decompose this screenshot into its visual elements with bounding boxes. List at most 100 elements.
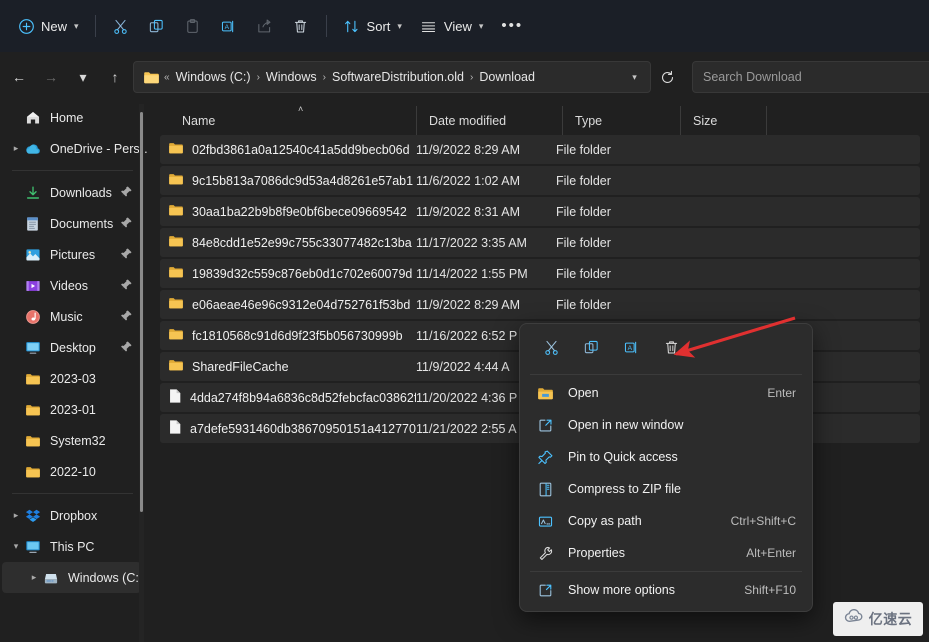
menu-item-copy-as-path[interactable]: Copy as path Ctrl+Shift+C — [524, 505, 808, 537]
sidebar-scrollbar-thumb[interactable] — [140, 112, 143, 512]
table-row[interactable]: e06aeae46e96c9312e04d752761f53bd 11/9/202… — [160, 290, 920, 319]
folder-icon — [168, 172, 184, 189]
sidebar-item-2023-03[interactable]: 2023-03 — [2, 363, 141, 394]
pin-icon[interactable] — [120, 216, 133, 234]
sidebar-item-videos[interactable]: Videos — [2, 270, 141, 301]
cell-name: 30aa1ba22b9b8f9e0bf6bece09669542 — [160, 203, 416, 220]
sidebar-divider — [12, 170, 133, 171]
breadcrumb-item-0[interactable]: Windows (C:) — [171, 67, 256, 87]
menu-item-show-more-options[interactable]: Show more options Shift+F10 — [524, 574, 808, 606]
breadcrumb-overflow[interactable]: « — [163, 72, 171, 83]
chevron-right-icon[interactable]: ▸ — [8, 500, 24, 531]
menu-item-pin-to-quick-access[interactable]: Pin to Quick access — [524, 441, 808, 473]
pin-icon[interactable] — [120, 340, 133, 358]
search-input[interactable] — [703, 70, 929, 84]
sort-icon — [343, 17, 361, 35]
folder-icon — [168, 234, 184, 251]
menu-item-open[interactable]: Open Enter — [524, 377, 808, 409]
breadcrumb-item-2[interactable]: SoftwareDistribution.old — [327, 67, 469, 87]
column-header-size[interactable]: Size — [680, 106, 766, 135]
pin-icon[interactable] — [120, 278, 133, 296]
pin-icon[interactable] — [120, 309, 133, 327]
pin-icon[interactable] — [120, 247, 133, 265]
breadcrumb-bar[interactable]: « Windows (C:) › Windows › SoftwareDistr… — [133, 61, 651, 93]
share-icon — [256, 17, 274, 35]
sidebar-item-documents[interactable]: Documents — [2, 208, 141, 239]
paste-button[interactable] — [175, 9, 211, 43]
refresh-button[interactable] — [652, 62, 682, 92]
chevron-right-icon[interactable]: ▸ — [26, 562, 42, 593]
file-name-label: 02fbd3861a0a12540c41a5dd9becb06d — [192, 142, 410, 157]
sidebar-item-windows-c[interactable]: ▸ Windows (C:) — [2, 562, 143, 593]
rename-icon: A — [220, 17, 238, 35]
table-row[interactable]: 02fbd3861a0a12540c41a5dd9becb06d 11/9/202… — [160, 135, 920, 164]
column-header-name[interactable]: Name ˄ — [160, 104, 416, 135]
sidebar-divider — [12, 493, 133, 494]
cell-type: File folder — [556, 173, 611, 188]
new-button[interactable]: New ▾ — [8, 9, 88, 43]
breadcrumb: « Windows (C:) › Windows › SoftwareDistr… — [163, 67, 622, 87]
menu-item-open-in-new-window[interactable]: Open in new window — [524, 409, 808, 441]
file-name-label: e06aeae46e96c9312e04d752761f53bd — [192, 297, 411, 312]
table-row[interactable]: 9c15b813a7086dc9d53a4d8261e57ab1 11/6/202… — [160, 166, 920, 195]
cloud-icon — [844, 608, 866, 629]
sidebar-item-music[interactable]: Music — [2, 301, 141, 332]
delete-button[interactable] — [283, 9, 319, 43]
cut-button[interactable] — [103, 9, 139, 43]
context-cut-button[interactable] — [534, 334, 568, 366]
menu-item-properties[interactable]: Properties Alt+Enter — [524, 537, 808, 569]
file-name-label: SharedFileCache — [192, 359, 289, 374]
breadcrumb-dropdown-button[interactable]: ▾ — [622, 72, 646, 83]
context-delete-button[interactable] — [654, 334, 688, 366]
sidebar-item-system32[interactable]: System32 — [2, 425, 141, 456]
menu-item-label: Show more options — [568, 583, 676, 597]
menu-item-compress-to-zip-file[interactable]: Compress to ZIP file — [524, 473, 808, 505]
context-rename-button[interactable]: A — [614, 334, 648, 366]
breadcrumb-item-3[interactable]: Download — [474, 67, 540, 87]
column-header-spacer — [766, 106, 786, 135]
table-row[interactable]: 30aa1ba22b9b8f9e0bf6bece09669542 11/9/202… — [160, 197, 920, 226]
videos-icon — [24, 277, 41, 294]
sort-button[interactable]: Sort ▾ — [334, 9, 411, 43]
sidebar-item-dropbox[interactable]: ▸ Dropbox — [2, 500, 141, 531]
sidebar-item-label: Pictures — [50, 247, 96, 262]
chevron-right-icon[interactable]: ▸ — [8, 133, 24, 164]
sidebar-item-2023-01[interactable]: 2023-01 — [2, 394, 141, 425]
pin-icon[interactable] — [120, 185, 133, 203]
view-button[interactable]: View ▾ — [411, 9, 492, 43]
sidebar-item-this-pc[interactable]: ▾ This PC — [2, 531, 141, 562]
back-button[interactable]: ← — [4, 62, 34, 92]
table-row[interactable]: 84e8cdd1e52e99c755c33077482c13ba 11/17/20… — [160, 228, 920, 257]
column-header-type[interactable]: Type — [562, 106, 680, 135]
sidebar-item-pictures[interactable]: Pictures — [2, 239, 141, 270]
sidebar-item-desktop[interactable]: Desktop — [2, 332, 141, 363]
cell-type: File folder — [556, 235, 611, 250]
context-copy-button[interactable] — [574, 334, 608, 366]
cell-date-modified: 11/17/2022 3:35 AM — [416, 235, 527, 250]
chevron-down-icon[interactable]: ▾ — [8, 531, 24, 562]
breadcrumb-item-1[interactable]: Windows — [261, 67, 322, 87]
more-options-icon — [536, 581, 554, 599]
search-box[interactable] — [692, 61, 929, 93]
table-row[interactable]: 19839d32c559c876eb0d1c702e60079d 11/14/20… — [160, 259, 920, 288]
share-button[interactable] — [247, 9, 283, 43]
copy-button[interactable] — [139, 9, 175, 43]
chevron-down-icon: ▾ — [632, 71, 637, 82]
column-header-date[interactable]: Date modified — [416, 106, 562, 135]
rename-button[interactable]: A — [211, 9, 247, 43]
context-menu: A Open Enter Open in new window Pin to Quic… — [519, 323, 813, 612]
copy-icon — [583, 339, 600, 361]
watermark-text: 亿速云 — [868, 611, 913, 627]
forward-button[interactable]: → — [36, 62, 66, 92]
sidebar-item-2022-10[interactable]: 2022-10 — [2, 456, 141, 487]
menu-item-label: Pin to Quick access — [568, 450, 678, 464]
recent-locations-button[interactable]: ▾ — [68, 62, 98, 92]
desktop-icon — [24, 339, 41, 356]
up-button[interactable]: ↑ — [100, 62, 130, 92]
see-more-button[interactable]: ••• — [492, 9, 532, 43]
file-icon — [168, 419, 182, 438]
sidebar-item-home[interactable]: Home — [2, 102, 141, 133]
sidebar-item-downloads[interactable]: Downloads — [2, 177, 141, 208]
sidebar-item-onedrive-pers[interactable]: ▸ OneDrive - Pers… — [2, 133, 147, 164]
folder-icon — [168, 327, 184, 344]
